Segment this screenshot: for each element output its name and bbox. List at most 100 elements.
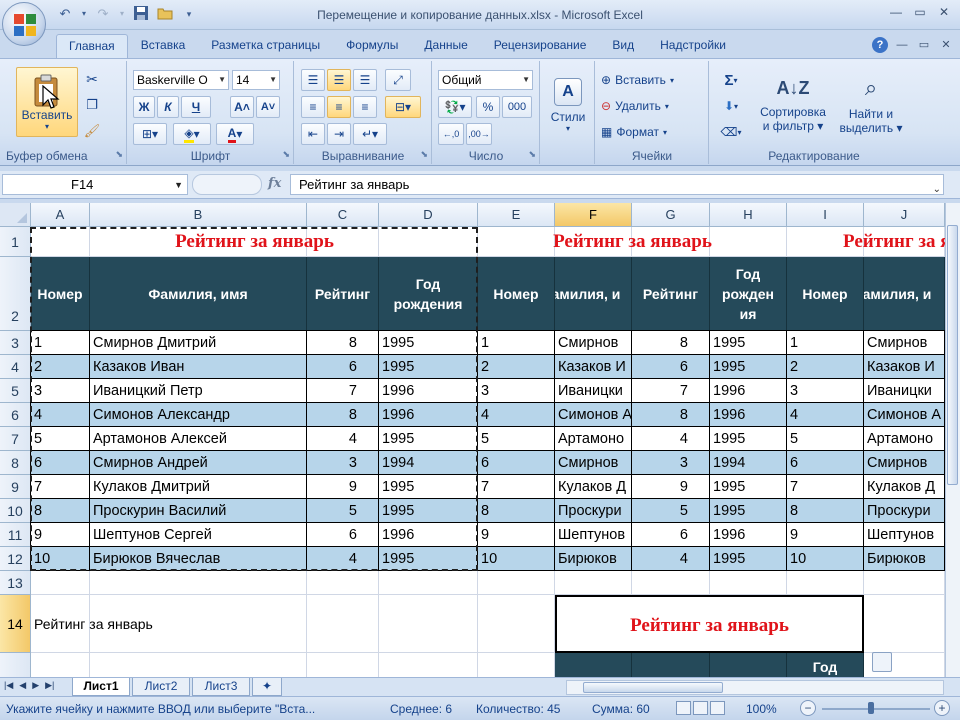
row-header-1[interactable]: 1 bbox=[0, 227, 31, 257]
table-cell-rating[interactable]: 8 bbox=[632, 331, 710, 355]
row-header-6[interactable]: 6 bbox=[0, 403, 31, 427]
table-cell-rating[interactable]: 4 bbox=[632, 427, 710, 451]
table-cell-name_short[interactable]: Проскури bbox=[864, 499, 945, 523]
row-header-5[interactable]: 5 bbox=[0, 379, 31, 403]
page-layout-view-icon[interactable] bbox=[693, 701, 708, 715]
sheet-tab-2[interactable]: Лист2 bbox=[132, 678, 190, 696]
tab-page-layout[interactable]: Разметка страницы bbox=[198, 34, 333, 58]
grow-font-button[interactable]: A˄ bbox=[230, 96, 254, 118]
doc-minimize-icon[interactable]: — bbox=[894, 37, 910, 53]
currency-format-button[interactable]: 💱▾ bbox=[438, 96, 472, 118]
table-cell-name_short[interactable]: Смирнов bbox=[864, 451, 945, 475]
table-cell-num[interactable]: 8 bbox=[478, 499, 555, 523]
table-cell-num[interactable]: 9 bbox=[787, 523, 864, 547]
table-cell-name_short[interactable]: Иваницки bbox=[555, 379, 632, 403]
tab-home[interactable]: Главная bbox=[56, 34, 128, 58]
table-cell-rating[interactable]: 9 bbox=[632, 475, 710, 499]
table-cell-name_short[interactable]: Смирнов bbox=[555, 331, 632, 355]
bold-button[interactable]: Ж bbox=[133, 96, 155, 118]
table-cell-num[interactable]: 4 bbox=[478, 403, 555, 427]
table-cell-name_short[interactable]: Шептунов bbox=[555, 523, 632, 547]
copy-button[interactable]: ❐ bbox=[82, 94, 102, 116]
merge-center-button[interactable]: ⊟▾ bbox=[385, 96, 421, 118]
table-cell-rating[interactable]: 6 bbox=[632, 355, 710, 379]
row-header-9[interactable]: 9 bbox=[0, 475, 31, 499]
tab-view[interactable]: Вид bbox=[599, 34, 647, 58]
row-header-7[interactable]: 7 bbox=[0, 427, 31, 451]
table-cell-name_short[interactable]: Проскури bbox=[555, 499, 632, 523]
office-button[interactable] bbox=[2, 2, 46, 46]
table-cell-rating[interactable]: 5 bbox=[632, 499, 710, 523]
expand-formula-bar-icon[interactable]: ⌄ bbox=[933, 180, 941, 199]
delete-cells-button[interactable]: ⊖ Удалить ▾ bbox=[600, 95, 704, 117]
table-cell-year[interactable]: 1995 bbox=[710, 475, 787, 499]
close-icon[interactable]: ✕ bbox=[932, 3, 956, 21]
table-cell-name_short[interactable]: Шептунов bbox=[864, 523, 945, 547]
row-header-14[interactable]: 14 bbox=[0, 595, 31, 653]
format-painter-button[interactable]: 🖌 bbox=[82, 120, 102, 142]
table-cell-year[interactable]: 1996 bbox=[710, 523, 787, 547]
table-cell-num[interactable]: 7 bbox=[478, 475, 555, 499]
sheet-tab-1[interactable]: Лист1 bbox=[72, 678, 130, 696]
table-cell-rating[interactable]: 3 bbox=[632, 451, 710, 475]
row-header-13[interactable]: 13 bbox=[0, 571, 31, 595]
increase-decimal-button[interactable]: ←,0 bbox=[438, 123, 464, 145]
insert-cells-button[interactable]: ⊕ Вставить ▾ bbox=[600, 69, 704, 91]
horizontal-scrollbar[interactable] bbox=[566, 680, 944, 695]
table-cell-name_short[interactable]: Артамоно bbox=[864, 427, 945, 451]
zoom-out-icon[interactable]: − bbox=[800, 700, 816, 716]
borders-button[interactable]: ⊞▾ bbox=[133, 123, 167, 145]
next-sheet-icon[interactable]: ▶ bbox=[32, 680, 39, 691]
shrink-font-button[interactable]: A˅ bbox=[256, 96, 280, 118]
table-cell-rating[interactable]: 6 bbox=[632, 523, 710, 547]
table-cell-num[interactable]: 1 bbox=[478, 331, 555, 355]
name-box[interactable]: F14 ▼ bbox=[2, 174, 188, 195]
sheet-tab-3[interactable]: Лист3 bbox=[192, 678, 250, 696]
table-cell-num[interactable]: 10 bbox=[787, 547, 864, 571]
align-bottom-button[interactable]: ☰ bbox=[353, 69, 377, 91]
table-cell-name_short[interactable]: Смирнов bbox=[864, 331, 945, 355]
table-cell-name_short[interactable]: Кулаков Д bbox=[555, 475, 632, 499]
sort-filter-button[interactable]: A↓Z Сортировка и фильтр ▾ bbox=[752, 65, 834, 145]
table-cell-year[interactable]: 1995 bbox=[710, 547, 787, 571]
row-header-3[interactable]: 3 bbox=[0, 331, 31, 355]
column-header-b[interactable]: B bbox=[90, 203, 307, 227]
page-break-view-icon[interactable] bbox=[710, 701, 725, 715]
zoom-slider[interactable] bbox=[822, 708, 930, 710]
column-header-h[interactable]: H bbox=[710, 203, 787, 227]
insert-function-icon[interactable]: fx bbox=[268, 176, 281, 191]
row-header-4[interactable]: 4 bbox=[0, 355, 31, 379]
font-color-button[interactable]: A ▾ bbox=[216, 123, 254, 145]
column-header-a[interactable]: A bbox=[31, 203, 90, 227]
wrap-text-button[interactable]: ↵▾ bbox=[353, 123, 387, 145]
formula-input[interactable]: Рейтинг за январь ⌄ bbox=[290, 174, 944, 195]
table-cell-num[interactable]: 2 bbox=[787, 355, 864, 379]
table-cell-name_short[interactable]: Кулаков Д bbox=[864, 475, 945, 499]
table-cell-rating[interactable]: 8 bbox=[632, 403, 710, 427]
doc-close-icon[interactable]: ✕ bbox=[938, 37, 954, 53]
clear-button[interactable]: ⌫ ▾ bbox=[716, 121, 746, 143]
zoom-in-icon[interactable]: + bbox=[934, 700, 950, 716]
normal-view-icon[interactable] bbox=[676, 701, 691, 715]
table-cell-num[interactable]: 3 bbox=[787, 379, 864, 403]
table-cell-num[interactable]: 10 bbox=[478, 547, 555, 571]
align-middle-button[interactable]: ☰ bbox=[327, 69, 351, 91]
worksheet-grid[interactable]: A B C D E F G H I J 1 2 3 4 5 6 7 8 9 10 11 12 13 14 Рейтинг за … bbox=[0, 203, 960, 677]
number-launcher-icon[interactable]: ⬊ bbox=[528, 149, 536, 160]
number-format-combo[interactable]: Общий ▼ bbox=[438, 70, 533, 90]
clipboard-launcher-icon[interactable]: ⬊ bbox=[115, 149, 123, 160]
table-cell-year[interactable]: 1995 bbox=[710, 499, 787, 523]
table-cell-year[interactable]: 1995 bbox=[710, 355, 787, 379]
table-cell-year[interactable]: 1995 bbox=[710, 331, 787, 355]
table-cell-name_short[interactable]: Казаков И bbox=[864, 355, 945, 379]
column-header-j[interactable]: J bbox=[864, 203, 945, 227]
table-cell-name_short[interactable]: Симонов А bbox=[864, 403, 945, 427]
column-header-d[interactable]: D bbox=[379, 203, 478, 227]
table-cell-name_short[interactable]: Бирюков bbox=[864, 547, 945, 571]
orientation-button[interactable]: ⤢ bbox=[385, 69, 411, 91]
table-cell-num[interactable]: 5 bbox=[787, 427, 864, 451]
insert-sheet-button[interactable]: ✦ bbox=[252, 678, 282, 696]
font-launcher-icon[interactable]: ⬊ bbox=[282, 149, 290, 160]
tab-data[interactable]: Данные bbox=[411, 34, 480, 58]
align-center-button[interactable]: ≡ bbox=[327, 96, 351, 118]
